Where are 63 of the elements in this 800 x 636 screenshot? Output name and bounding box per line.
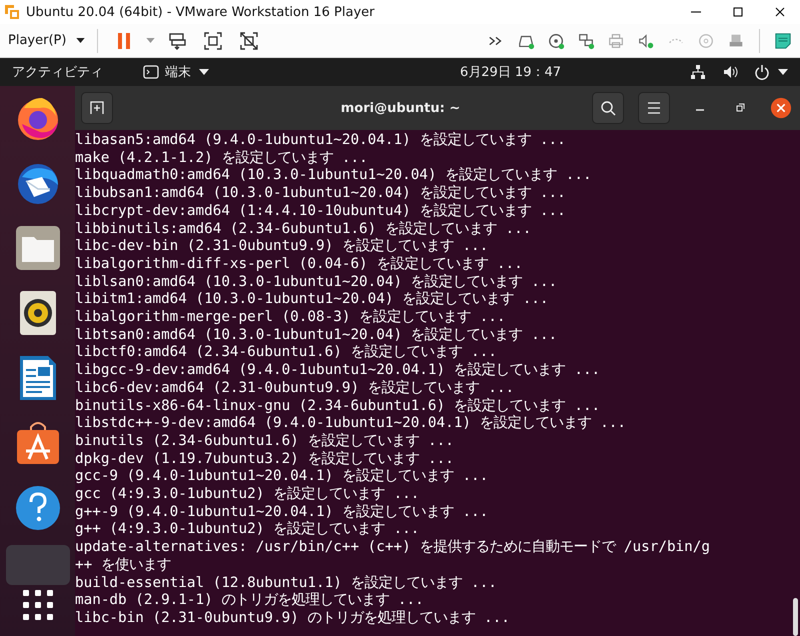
unity-icon[interactable]	[239, 30, 260, 50]
scrollbar-thumb[interactable]	[793, 598, 798, 636]
terminal-line: libubsan1:amd64 (10.3.0-1ubuntu1~20.04) を設定しています ...	[75, 185, 566, 202]
terminal-title: mori@ubuntu: ~	[340, 100, 460, 116]
app-menu[interactable]: 端末	[165, 63, 191, 81]
terminal-line: libc-dev-bin (2.31-0ubuntu9.9) を設定しています ...	[75, 238, 488, 256]
help-icon[interactable]	[14, 484, 62, 532]
terminal-line: libcrypt-dev:amd64 (1:4.4.10-10ubuntu4) を設定しています ...	[75, 202, 566, 220]
terminal-line: update-alternatives: /usr/bin/c++ (c++) を提供するために自動モードで /usr/bin/g	[75, 539, 710, 557]
player-menu[interactable]: Player(P)	[6, 33, 68, 48]
new-tab-button[interactable]	[81, 92, 113, 124]
terminal-line: libitm1:amd64 (10.3.0-1ubuntu1~20.04) を設定しています ...	[75, 291, 549, 308]
terminal-line: gcc-9 (9.4.0-1ubuntu1~20.04.1) を設定しています ...	[75, 468, 488, 486]
terminal-line: gcc (4:9.3.0-1ubuntu2) を設定しています ...	[75, 486, 420, 504]
terminal-line: libc-bin (2.31-0ubuntu9.9) のトリガを処理しています ...	[75, 610, 510, 628]
terminal-line: man-db (2.9.1-1) のトリガを処理しています ...	[75, 592, 424, 610]
terminal-line: g++ (4:9.3.0-1ubuntu2) を設定しています ...	[75, 521, 420, 540]
terminal-line: binutils-x86-64-linux-gnu (2.34-6ubuntu1.6) を設定しています ...	[75, 398, 600, 414]
caret-icon[interactable]	[778, 69, 788, 75]
activities-button[interactable]: アクティビティ	[12, 63, 103, 81]
clock[interactable]: 6月29日 19：47	[460, 63, 562, 81]
power-icon[interactable]	[754, 64, 770, 80]
terminal-line: libasan5:amd64 (9.4.0-1ubuntu1~20.04.1) を設定しています ...	[75, 132, 566, 150]
terminal-line: libquadmath0:amd64 (10.3.0-1ubuntu1~20.04) を設定しています ...	[75, 167, 592, 184]
send-keys-icon[interactable]	[167, 30, 188, 50]
close-icon[interactable]	[774, 6, 786, 18]
terminal-line: libbinutils:amd64 (2.34-6ubuntu1.6) を設定しています ...	[75, 220, 532, 238]
close-icon[interactable]	[770, 97, 792, 119]
search-button[interactable]	[592, 92, 624, 124]
cd-icon[interactable]	[547, 32, 565, 50]
terminal-line: make (4.2.1-1.2) を設定しています ...	[75, 150, 368, 168]
terminal-line: liblsan0:amd64 (10.3.0-1ubuntu1~20.04) を設定しています ...	[75, 274, 558, 290]
drive-icon[interactable]	[727, 32, 745, 50]
terminal-line: g++-9 (9.4.0-1ubuntu1~20.04.1) を設定しています ...	[75, 504, 488, 520]
volume-icon[interactable]	[722, 64, 738, 80]
terminal-line: ++ を使います	[75, 556, 171, 575]
terminal-line: libstdc++-9-dev:amd64 (9.4.0-1ubuntu1~20.04.1) を設定しています ...	[75, 415, 626, 432]
fullscreen-icon[interactable]	[203, 30, 224, 50]
terminal-line: libalgorithm-diff-xs-perl (0.04-6) を設定しています ...	[75, 256, 523, 274]
terminal-icon	[143, 65, 159, 79]
app-grid-icon[interactable]	[22, 590, 52, 620]
folder-icon[interactable]	[14, 224, 62, 272]
search-icon	[600, 100, 616, 116]
terminal-line: libctf0:amd64 (2.34-6ubuntu1.6) を設定しています ...	[75, 344, 497, 362]
terminal-line: libtsan0:amd64 (10.3.0-1ubuntu1~20.04) を設定しています ...	[75, 326, 558, 344]
menu-icon	[646, 100, 662, 116]
terminal-line: libc6-dev:amd64 (2.31-0ubuntu9.9) を設定しています ...	[75, 380, 514, 398]
caret-icon[interactable]	[76, 38, 86, 43]
notes-icon[interactable]	[774, 32, 792, 50]
vmware-logo-icon	[4, 4, 20, 20]
menu-button[interactable]	[638, 92, 670, 124]
restore-icon[interactable]	[734, 102, 746, 114]
terminal-line: libalgorithm-merge-perl (0.08-3) を設定しています ...	[75, 309, 506, 326]
window-title: Ubuntu 20.04 (64bit) - VMware Workstation 16 Player	[26, 4, 374, 20]
terminal-line: build-essential (12.8ubuntu1.1) を設定しています ...	[75, 574, 497, 592]
caret-icon[interactable]	[199, 69, 209, 75]
maximize-icon[interactable]	[732, 6, 744, 18]
new-tab-icon	[89, 100, 105, 116]
terminal-line: dpkg-dev (1.19.7ubuntu3.2) を設定しています ...	[75, 450, 454, 468]
running-app-background	[6, 545, 70, 585]
terminal-line: binutils (2.34-6ubuntu1.6) を設定しています ...	[75, 432, 454, 450]
speaker-icon[interactable]	[637, 32, 655, 50]
terminal-line: libgcc-9-dev:amd64 (9.4.0-1ubuntu1~20.04.1) を設定しています ...	[75, 362, 600, 380]
